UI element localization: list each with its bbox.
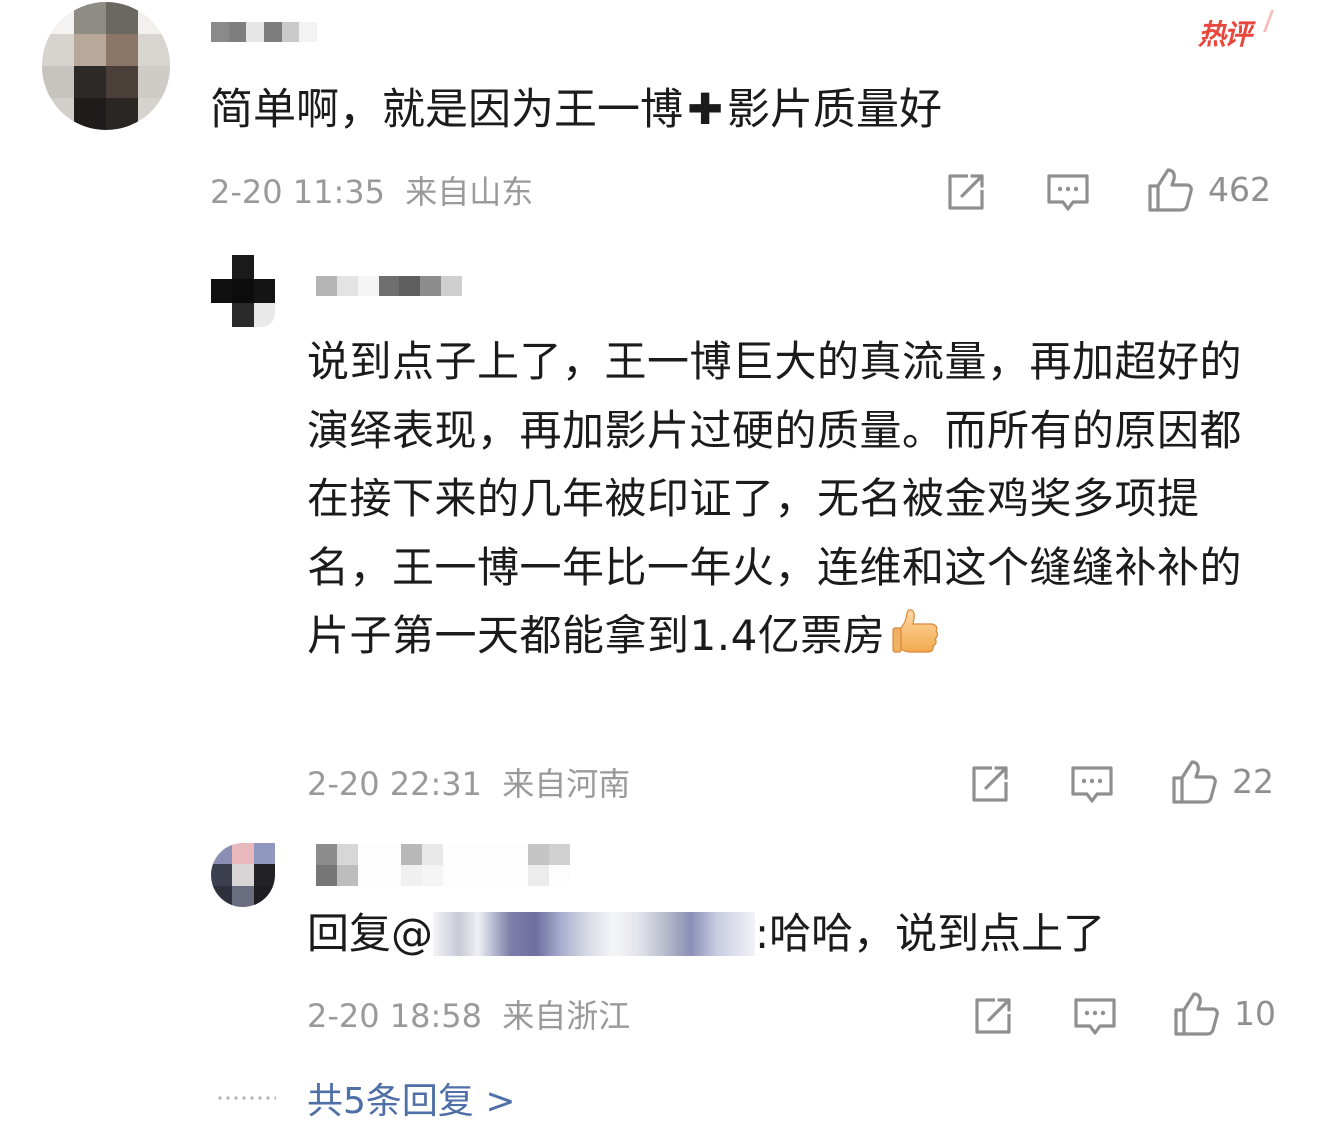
- comment-text-part1: 简单啊，就是因为王一博: [210, 85, 683, 135]
- username-redacted[interactable]: [316, 276, 462, 296]
- mention-redacted[interactable]: [433, 912, 756, 956]
- comment-meta: 2-20 11:35 来自山东: [210, 172, 533, 212]
- comment-location: 来自山东: [405, 173, 534, 211]
- avatar[interactable]: [42, 2, 170, 130]
- like-count: 10: [1234, 994, 1276, 1033]
- reply-time: 2-20 18:58: [307, 997, 483, 1035]
- share-button[interactable]: [968, 762, 1012, 806]
- share-button[interactable]: [944, 170, 988, 214]
- comment-icon: [1071, 766, 1113, 803]
- share-icon: [972, 766, 1008, 802]
- comment-icon: [1074, 998, 1116, 1035]
- plus-icon: ✚: [687, 85, 724, 135]
- username-redacted[interactable]: [316, 844, 570, 886]
- like-icon: [1172, 760, 1217, 804]
- reply-thread-dots: [216, 1096, 276, 1100]
- reply-meta: 2-20 22:31 来自河南: [307, 764, 630, 804]
- reply-text: 说到点子上了，王一博巨大的真流量，再加超好的演绎表现，再加影片过硬的质量。而所有…: [307, 328, 1267, 671]
- like-count: 22: [1232, 762, 1274, 801]
- like-icon: [1148, 168, 1193, 212]
- avatar-mosaic: [211, 843, 275, 907]
- reply-text: 回复@ :哈哈，说到点上了: [307, 905, 1105, 963]
- reply-text-content: :哈哈，说到点上了: [755, 909, 1106, 958]
- share-button[interactable]: [971, 994, 1015, 1038]
- username-redacted[interactable]: [211, 22, 317, 42]
- reply-button[interactable]: [1069, 764, 1115, 806]
- reply-location: 来自河南: [502, 765, 631, 803]
- avatar-mosaic: [42, 2, 170, 130]
- reply-meta: 2-20 18:58 来自浙江: [307, 996, 630, 1036]
- like-button[interactable]: 22: [1170, 758, 1274, 806]
- comment-icon: [1047, 174, 1089, 211]
- like-count: 462: [1208, 170, 1271, 209]
- like-button[interactable]: 10: [1172, 990, 1276, 1038]
- comment-time: 2-20 11:35: [210, 173, 386, 211]
- avatar[interactable]: [211, 843, 275, 907]
- view-more-replies-link[interactable]: 共5条回复 >: [307, 1080, 516, 1124]
- share-icon: [948, 174, 984, 210]
- reply-location: 来自浙江: [502, 997, 631, 1035]
- comment-text: 简单啊，就是因为王一博✚影片质量好: [210, 82, 942, 138]
- avatar[interactable]: [211, 255, 275, 327]
- reply-prefix[interactable]: 回复@: [307, 909, 433, 958]
- hot-comment-badge: 热评: [1198, 18, 1276, 52]
- reply-time: 2-20 22:31: [307, 765, 483, 803]
- comment-text-part2: 影片质量好: [727, 85, 943, 135]
- like-button[interactable]: 462: [1146, 166, 1271, 214]
- share-icon: [975, 998, 1011, 1034]
- avatar-mosaic: [211, 255, 275, 327]
- reply-button[interactable]: [1072, 996, 1118, 1038]
- like-icon: [1174, 992, 1219, 1036]
- reply-button[interactable]: [1045, 172, 1091, 214]
- thumbs-up-emoji-icon: [892, 609, 939, 653]
- reply-text-content: 说到点子上了，王一博巨大的真流量，再加超好的演绎表现，再加影片过硬的质量。而所有…: [307, 337, 1243, 660]
